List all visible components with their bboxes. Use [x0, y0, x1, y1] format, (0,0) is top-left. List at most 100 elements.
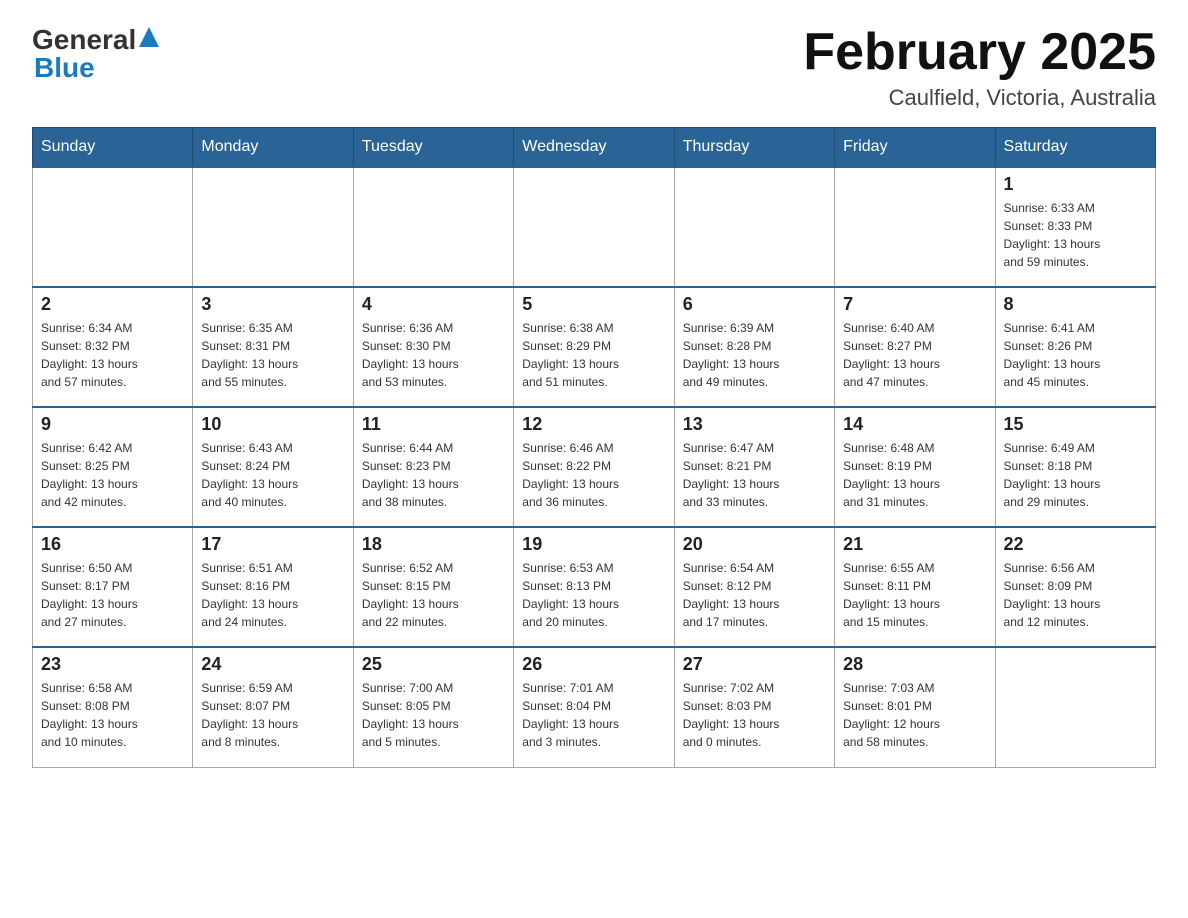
calendar-cell	[514, 167, 674, 287]
calendar-cell	[674, 167, 834, 287]
calendar-cell: 26Sunrise: 7:01 AMSunset: 8:04 PMDayligh…	[514, 647, 674, 767]
day-info: Sunrise: 6:48 AMSunset: 8:19 PMDaylight:…	[843, 439, 986, 511]
weekday-header-tuesday: Tuesday	[353, 128, 513, 168]
day-info: Sunrise: 7:00 AMSunset: 8:05 PMDaylight:…	[362, 679, 505, 751]
day-number: 17	[201, 534, 344, 555]
calendar-cell: 12 Sunrise: 6:46 AMSunset: 8:22 PMDayligh…	[514, 407, 674, 527]
calendar-cell: 17 Sunrise: 6:51 AMSunset: 8:16 PMDayligh…	[193, 527, 353, 647]
day-info: Sunrise: 6:55 AMSunset: 8:11 PMDaylight:…	[843, 559, 986, 631]
day-number: 4	[362, 294, 505, 315]
day-number: 6	[683, 294, 826, 315]
logo: General Blue	[32, 24, 159, 84]
calendar-cell: 10 Sunrise: 6:43 AMSunset: 8:24 PMDayligh…	[193, 407, 353, 527]
weekday-header-saturday: Saturday	[995, 128, 1155, 168]
calendar-cell: 11 Sunrise: 6:44 AMSunset: 8:23 PMDayligh…	[353, 407, 513, 527]
calendar-cell: 7Sunrise: 6:40 AMSunset: 8:27 PMDaylight…	[835, 287, 995, 407]
logo-blue-text: Blue	[34, 52, 95, 84]
calendar-cell: 20Sunrise: 6:54 AMSunset: 8:12 PMDayligh…	[674, 527, 834, 647]
calendar-cell: 27Sunrise: 7:02 AMSunset: 8:03 PMDayligh…	[674, 647, 834, 767]
day-number: 14	[843, 414, 986, 435]
day-number: 9	[41, 414, 184, 435]
calendar-cell	[835, 167, 995, 287]
calendar-week-row: 23 Sunrise: 6:58 AMSunset: 8:08 PMDayligh…	[33, 647, 1156, 767]
calendar-cell: 9 Sunrise: 6:42 AMSunset: 8:25 PMDaylight…	[33, 407, 193, 527]
calendar-cell: 2Sunrise: 6:34 AMSunset: 8:32 PMDaylight…	[33, 287, 193, 407]
calendar-week-row: 1 Sunrise: 6:33 AMSunset: 8:33 PMDaylight…	[33, 167, 1156, 287]
day-info: Sunrise: 6:59 AMSunset: 8:07 PMDaylight:…	[201, 679, 344, 751]
day-info: Sunrise: 7:01 AMSunset: 8:04 PMDaylight:…	[522, 679, 665, 751]
calendar-cell: 4 Sunrise: 6:36 AMSunset: 8:30 PMDaylight…	[353, 287, 513, 407]
day-info: Sunrise: 6:52 AMSunset: 8:15 PMDaylight:…	[362, 559, 505, 631]
day-info: Sunrise: 6:35 AMSunset: 8:31 PMDaylight:…	[201, 319, 344, 391]
weekday-header-thursday: Thursday	[674, 128, 834, 168]
day-info: Sunrise: 6:42 AMSunset: 8:25 PMDaylight:…	[41, 439, 184, 511]
day-number: 28	[843, 654, 986, 675]
day-info: Sunrise: 6:54 AMSunset: 8:12 PMDaylight:…	[683, 559, 826, 631]
weekday-header-sunday: Sunday	[33, 128, 193, 168]
calendar-cell: 13 Sunrise: 6:47 AMSunset: 8:21 PMDayligh…	[674, 407, 834, 527]
location-title: Caulfield, Victoria, Australia	[803, 85, 1156, 111]
calendar-cell: 3 Sunrise: 6:35 AMSunset: 8:31 PMDaylight…	[193, 287, 353, 407]
day-number: 24	[201, 654, 344, 675]
day-info: Sunrise: 6:46 AMSunset: 8:22 PMDaylight:…	[522, 439, 665, 511]
calendar-cell: 19 Sunrise: 6:53 AMSunset: 8:13 PMDayligh…	[514, 527, 674, 647]
day-info: Sunrise: 6:47 AMSunset: 8:21 PMDaylight:…	[683, 439, 826, 511]
day-info: Sunrise: 6:41 AMSunset: 8:26 PMDaylight:…	[1004, 319, 1147, 391]
calendar-cell: 16 Sunrise: 6:50 AMSunset: 8:17 PMDayligh…	[33, 527, 193, 647]
day-number: 25	[362, 654, 505, 675]
calendar-cell: 15Sunrise: 6:49 AMSunset: 8:18 PMDayligh…	[995, 407, 1155, 527]
day-number: 21	[843, 534, 986, 555]
day-info: Sunrise: 7:02 AMSunset: 8:03 PMDaylight:…	[683, 679, 826, 751]
calendar-cell	[995, 647, 1155, 767]
calendar-week-row: 16 Sunrise: 6:50 AMSunset: 8:17 PMDayligh…	[33, 527, 1156, 647]
day-info: Sunrise: 6:51 AMSunset: 8:16 PMDaylight:…	[201, 559, 344, 631]
day-number: 19	[522, 534, 665, 555]
calendar-cell: 1 Sunrise: 6:33 AMSunset: 8:33 PMDaylight…	[995, 167, 1155, 287]
day-number: 2	[41, 294, 184, 315]
calendar-cell: 8 Sunrise: 6:41 AMSunset: 8:26 PMDaylight…	[995, 287, 1155, 407]
day-number: 7	[843, 294, 986, 315]
day-info: Sunrise: 6:36 AMSunset: 8:30 PMDaylight:…	[362, 319, 505, 391]
logo-triangle-icon	[139, 27, 159, 47]
day-info: Sunrise: 6:44 AMSunset: 8:23 PMDaylight:…	[362, 439, 505, 511]
day-number: 5	[522, 294, 665, 315]
calendar-cell: 6 Sunrise: 6:39 AMSunset: 8:28 PMDaylight…	[674, 287, 834, 407]
day-number: 3	[201, 294, 344, 315]
calendar-cell: 14 Sunrise: 6:48 AMSunset: 8:19 PMDayligh…	[835, 407, 995, 527]
day-info: Sunrise: 6:33 AMSunset: 8:33 PMDaylight:…	[1004, 199, 1147, 271]
calendar-cell	[353, 167, 513, 287]
day-number: 22	[1004, 534, 1147, 555]
day-number: 13	[683, 414, 826, 435]
day-number: 23	[41, 654, 184, 675]
day-number: 11	[362, 414, 505, 435]
day-number: 15	[1004, 414, 1147, 435]
day-info: Sunrise: 6:53 AMSunset: 8:13 PMDaylight:…	[522, 559, 665, 631]
calendar-cell: 25 Sunrise: 7:00 AMSunset: 8:05 PMDayligh…	[353, 647, 513, 767]
calendar-week-row: 9 Sunrise: 6:42 AMSunset: 8:25 PMDaylight…	[33, 407, 1156, 527]
weekday-header-monday: Monday	[193, 128, 353, 168]
calendar-cell	[33, 167, 193, 287]
day-info: Sunrise: 6:58 AMSunset: 8:08 PMDaylight:…	[41, 679, 184, 751]
calendar-cell: 23 Sunrise: 6:58 AMSunset: 8:08 PMDayligh…	[33, 647, 193, 767]
calendar-cell: 5Sunrise: 6:38 AMSunset: 8:29 PMDaylight…	[514, 287, 674, 407]
day-info: Sunrise: 6:39 AMSunset: 8:28 PMDaylight:…	[683, 319, 826, 391]
weekday-header-row: SundayMondayTuesdayWednesdayThursdayFrid…	[33, 128, 1156, 168]
calendar-table: SundayMondayTuesdayWednesdayThursdayFrid…	[32, 127, 1156, 768]
page-header: General Blue February 2025 Caulfield, Vi…	[32, 24, 1156, 111]
calendar-cell: 28 Sunrise: 7:03 AMSunset: 8:01 PMDayligh…	[835, 647, 995, 767]
calendar-cell: 21 Sunrise: 6:55 AMSunset: 8:11 PMDayligh…	[835, 527, 995, 647]
day-number: 8	[1004, 294, 1147, 315]
day-info: Sunrise: 6:50 AMSunset: 8:17 PMDaylight:…	[41, 559, 184, 631]
title-section: February 2025 Caulfield, Victoria, Austr…	[803, 24, 1156, 111]
day-number: 18	[362, 534, 505, 555]
day-number: 16	[41, 534, 184, 555]
day-info: Sunrise: 7:03 AMSunset: 8:01 PMDaylight:…	[843, 679, 986, 751]
day-number: 12	[522, 414, 665, 435]
weekday-header-wednesday: Wednesday	[514, 128, 674, 168]
calendar-cell	[193, 167, 353, 287]
day-number: 1	[1004, 174, 1147, 195]
weekday-header-friday: Friday	[835, 128, 995, 168]
day-info: Sunrise: 6:43 AMSunset: 8:24 PMDaylight:…	[201, 439, 344, 511]
calendar-cell: 24 Sunrise: 6:59 AMSunset: 8:07 PMDayligh…	[193, 647, 353, 767]
day-number: 10	[201, 414, 344, 435]
